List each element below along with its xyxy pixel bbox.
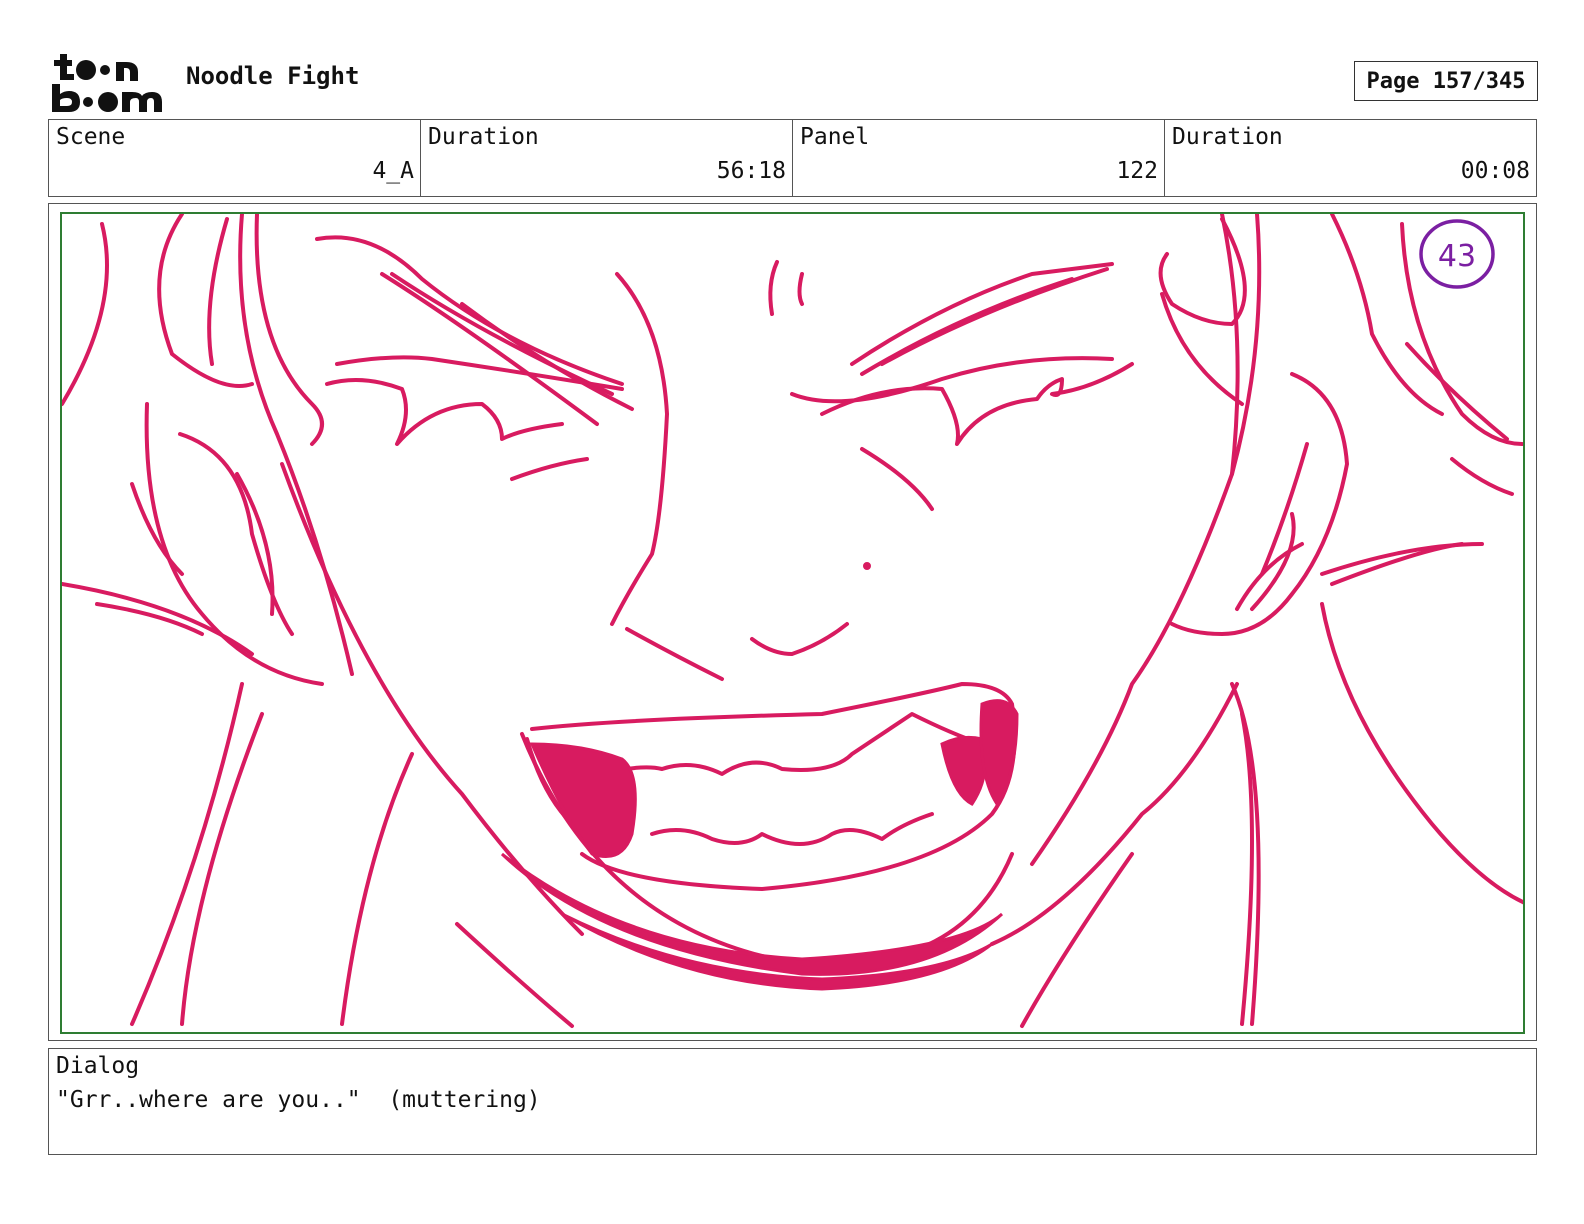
scene-duration-label: Duration bbox=[428, 124, 539, 150]
scene-value: 4_A bbox=[372, 158, 414, 184]
scene-label: Scene bbox=[56, 124, 126, 150]
dialog-box: Dialog "Grr..where are you.." (muttering… bbox=[48, 1048, 1537, 1155]
page-indicator: Page 157/345 bbox=[1354, 61, 1538, 101]
panel-label: Panel bbox=[800, 124, 870, 150]
dialog-text: "Grr..where are you.." (muttering) bbox=[56, 1087, 541, 1113]
dialog-label: Dialog bbox=[56, 1053, 140, 1079]
toon-boom-logo bbox=[50, 50, 166, 114]
panel-duration-value: 00:08 bbox=[1460, 158, 1530, 184]
scene-duration-cell: Duration 56:18 bbox=[421, 120, 793, 196]
panel-cell: Panel 122 bbox=[793, 120, 1165, 196]
panel-duration-cell: Duration 00:08 bbox=[1165, 120, 1536, 196]
info-row: Scene 4_A Duration 56:18 Panel 122 Durat… bbox=[48, 119, 1537, 197]
panel-drawing: 43 bbox=[60, 212, 1525, 1034]
scene-marker: 43 bbox=[1438, 239, 1476, 274]
sketch-face-angry: 43 bbox=[62, 214, 1523, 1028]
project-title: Noodle Fight bbox=[186, 62, 360, 90]
scene-duration-value: 56:18 bbox=[716, 158, 786, 184]
panel-value: 122 bbox=[1116, 158, 1158, 184]
scene-cell: Scene 4_A bbox=[49, 120, 421, 196]
panel-duration-label: Duration bbox=[1172, 124, 1283, 150]
